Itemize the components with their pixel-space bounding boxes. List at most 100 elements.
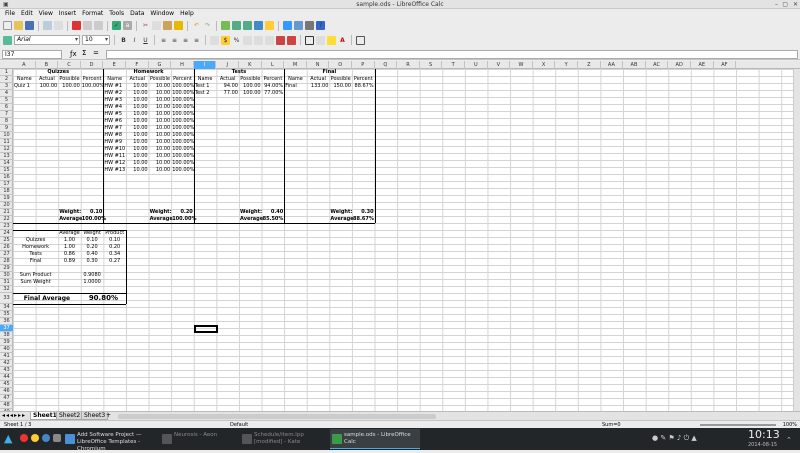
cell-cursor[interactable]: [193, 325, 218, 333]
column-header-B[interactable]: B: [36, 61, 59, 69]
menu-data[interactable]: Data: [127, 9, 147, 18]
terminal-icon[interactable]: [53, 434, 61, 442]
menu-insert[interactable]: Insert: [56, 9, 79, 18]
vertical-scrollbar[interactable]: [793, 69, 800, 411]
column-header-U[interactable]: U: [465, 61, 488, 69]
column-header-E[interactable]: E: [103, 61, 126, 69]
menu-file[interactable]: File: [2, 9, 18, 18]
row-header-45[interactable]: 45: [0, 381, 13, 388]
row-header-44[interactable]: 44: [0, 374, 13, 381]
row-header-11[interactable]: 11: [0, 139, 13, 146]
column-header-J[interactable]: J: [216, 61, 239, 69]
add-sheet-icon[interactable]: +: [106, 412, 111, 419]
column-header-H[interactable]: H: [171, 61, 194, 69]
column-header-AC[interactable]: AC: [646, 61, 669, 69]
close-icon[interactable]: ✕: [793, 1, 798, 8]
email-icon[interactable]: [43, 21, 52, 30]
toggle-grid-icon[interactable]: [356, 35, 365, 45]
row-header-23[interactable]: 23: [0, 223, 13, 230]
chart-icon[interactable]: [254, 21, 263, 30]
align-left-icon[interactable]: ≡: [159, 36, 168, 45]
column-header-D[interactable]: D: [81, 61, 104, 69]
tab-sheet2[interactable]: Sheet2: [56, 412, 84, 420]
row-header-17[interactable]: 17: [0, 181, 13, 188]
row-header-31[interactable]: 31: [0, 279, 13, 286]
function-wizard-icon[interactable]: ƒx: [70, 50, 77, 58]
column-header-A[interactable]: A: [13, 61, 36, 69]
currency-format-icon[interactable]: $: [221, 35, 230, 45]
spreadsheet-grid[interactable]: A B C D E F G H I J K L M N O P Q R S T U V W X Y Z AA AB AC AD AE AF 1…: [0, 61, 800, 411]
row-header-24[interactable]: 24: [0, 230, 13, 237]
data-sources-icon[interactable]: [305, 21, 314, 30]
row-header-37[interactable]: 37: [0, 325, 13, 332]
underline-icon[interactable]: U: [141, 36, 150, 45]
column-header-X[interactable]: X: [533, 61, 556, 69]
row-header-25[interactable]: 25: [0, 237, 13, 244]
justify-icon[interactable]: ≡: [192, 36, 201, 45]
row-header-42[interactable]: 42: [0, 360, 13, 367]
cut-icon[interactable]: ✂: [141, 21, 150, 30]
row-header-19[interactable]: 19: [0, 195, 13, 202]
row-header-41[interactable]: 41: [0, 353, 13, 360]
row-header-8[interactable]: 8: [0, 118, 13, 125]
row-header-26[interactable]: 26: [0, 244, 13, 251]
column-header-N[interactable]: N: [307, 61, 330, 69]
tray-icons[interactable]: ● ✎ ⚑ ♪ ⏻ ▲: [652, 434, 697, 443]
task-calc[interactable]: sample.ods - LibreOffice Calc: [330, 429, 420, 449]
row-header-15[interactable]: 15: [0, 167, 13, 174]
column-header-O[interactable]: O: [329, 61, 352, 69]
open-folder-icon[interactable]: [14, 21, 23, 30]
redo-icon[interactable]: ↷: [203, 21, 212, 30]
delete-decimal-icon[interactable]: [265, 35, 274, 45]
decrease-indent-icon[interactable]: [276, 35, 285, 45]
spellcheck-icon[interactable]: ✓: [112, 21, 121, 30]
menu-view[interactable]: View: [36, 9, 56, 18]
autospell-icon[interactable]: a: [123, 21, 132, 30]
column-header-P[interactable]: P: [352, 61, 375, 69]
pivot-table-icon[interactable]: [265, 21, 274, 30]
bold-icon[interactable]: B: [119, 36, 128, 45]
row-header-29[interactable]: 29: [0, 265, 13, 272]
menu-edit[interactable]: Edit: [18, 9, 36, 18]
row-header-32[interactable]: 32: [0, 286, 13, 293]
help-icon[interactable]: ?: [316, 21, 325, 30]
column-header-L[interactable]: L: [262, 61, 285, 69]
menu-help[interactable]: Help: [177, 9, 197, 18]
font-name-combo[interactable]: Arial: [14, 35, 80, 45]
column-header-S[interactable]: S: [420, 61, 443, 69]
file-manager-icon[interactable]: [42, 434, 50, 442]
column-header-AA[interactable]: AA: [601, 61, 624, 69]
zoom-slider[interactable]: [700, 424, 776, 426]
row-header-5[interactable]: 5: [0, 97, 13, 104]
sort-descending-icon[interactable]: [243, 21, 252, 30]
row-header-35[interactable]: 35: [0, 311, 13, 318]
print-icon[interactable]: [83, 21, 92, 30]
browser-icon[interactable]: [20, 434, 28, 442]
formula-input[interactable]: [106, 50, 798, 59]
row-header-28[interactable]: 28: [0, 258, 13, 265]
new-document-icon[interactable]: [3, 21, 12, 30]
font-color-icon[interactable]: A: [338, 36, 347, 45]
row-header-3[interactable]: 3: [0, 83, 13, 90]
chromium-icon[interactable]: [31, 434, 39, 442]
align-right-icon[interactable]: ≡: [181, 36, 190, 45]
row-header-38[interactable]: 38: [0, 332, 13, 339]
horizontal-scrollbar[interactable]: [118, 414, 436, 419]
clock-time[interactable]: 10:13: [748, 428, 780, 441]
undo-icon[interactable]: ↶: [192, 21, 201, 30]
row-header-30[interactable]: 30: [0, 272, 13, 279]
column-header-AB[interactable]: AB: [623, 61, 646, 69]
row-header-34[interactable]: 34: [0, 304, 13, 311]
menu-window[interactable]: Window: [147, 9, 177, 18]
row-header-4[interactable]: 4: [0, 90, 13, 97]
italic-icon[interactable]: I: [130, 36, 139, 45]
navigator-icon[interactable]: [283, 21, 292, 30]
row-header-13[interactable]: 13: [0, 153, 13, 160]
sort-ascending-icon[interactable]: [232, 21, 241, 30]
column-header-V[interactable]: V: [488, 61, 511, 69]
column-header-I[interactable]: I: [193, 61, 217, 69]
row-header-18[interactable]: 18: [0, 188, 13, 195]
copy-icon[interactable]: [152, 21, 161, 30]
tab-sheet3[interactable]: Sheet3: [81, 412, 109, 420]
row-header-43[interactable]: 43: [0, 367, 13, 374]
